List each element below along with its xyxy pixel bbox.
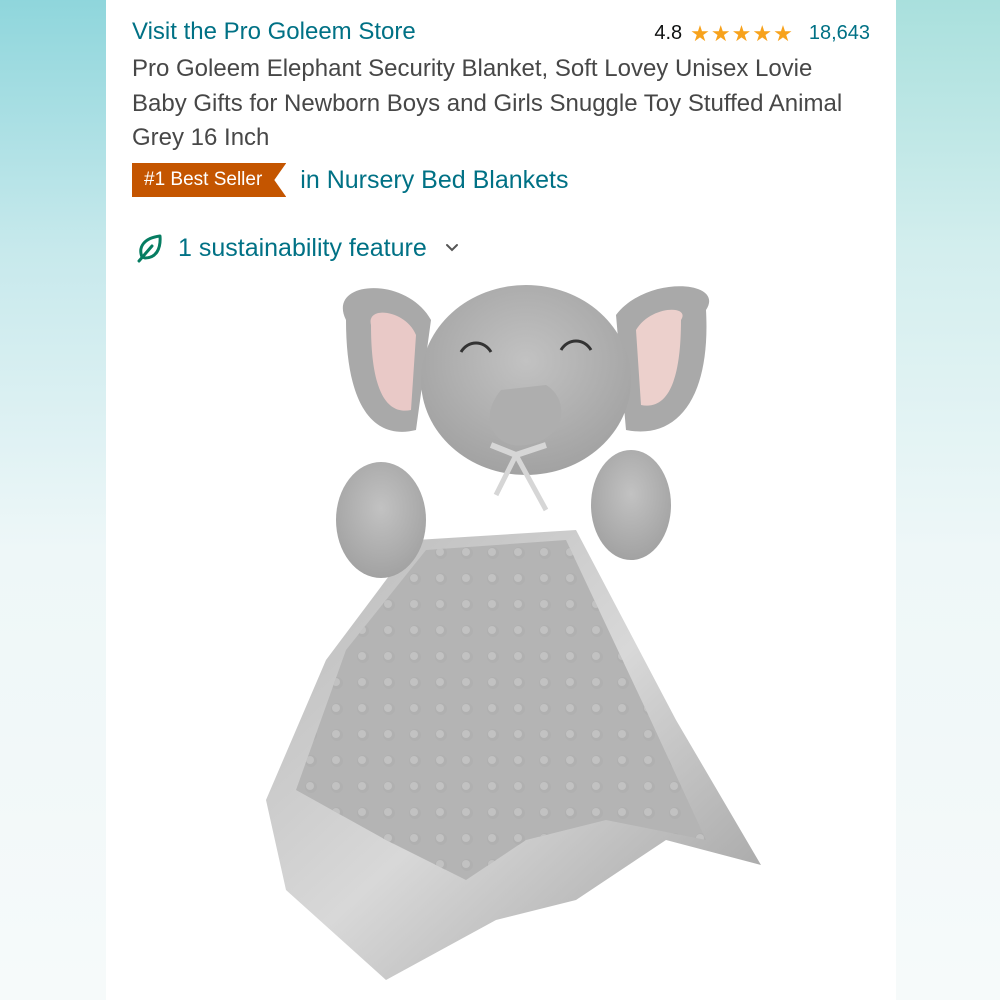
star-rating[interactable]: ★ ★ ★ ★ ★: [690, 20, 793, 46]
chevron-down-icon[interactable]: [445, 243, 459, 253]
bestseller-badge: #1 Best Seller: [132, 163, 286, 197]
background-right: [896, 0, 1000, 1000]
star-icon: ★: [731, 20, 752, 46]
store-link[interactable]: Visit the Pro Goleem Store: [132, 18, 416, 46]
star-icon: ★: [690, 20, 710, 46]
bestseller-row: #1 Best Seller in Nursery Bed Blankets: [132, 163, 568, 197]
star-icon: ★: [752, 20, 773, 46]
star-icon: ★: [710, 20, 731, 46]
rating-count-link[interactable]: 18,643: [809, 22, 870, 45]
sustainability-feature-toggle[interactable]: 1 sustainability feature: [136, 233, 459, 263]
product-card: Visit the Pro Goleem Store 4.8 ★ ★ ★ ★ ★…: [106, 0, 896, 1000]
rating-value: 4.8: [654, 22, 683, 44]
leaf-icon: [137, 234, 162, 263]
bestseller-category-link[interactable]: in Nursery Bed Blankets: [300, 166, 568, 195]
product-image[interactable]: [246, 280, 766, 980]
sustainability-feature-label: 1 sustainability feature: [178, 233, 427, 262]
product-title: Pro Goleem Elephant Security Blanket, So…: [132, 55, 843, 151]
rating-summary[interactable]: 4.8 ★ ★ ★ ★ ★ 18,643: [654, 22, 870, 45]
star-icon: ★: [773, 20, 793, 46]
background-left: [0, 0, 106, 1000]
